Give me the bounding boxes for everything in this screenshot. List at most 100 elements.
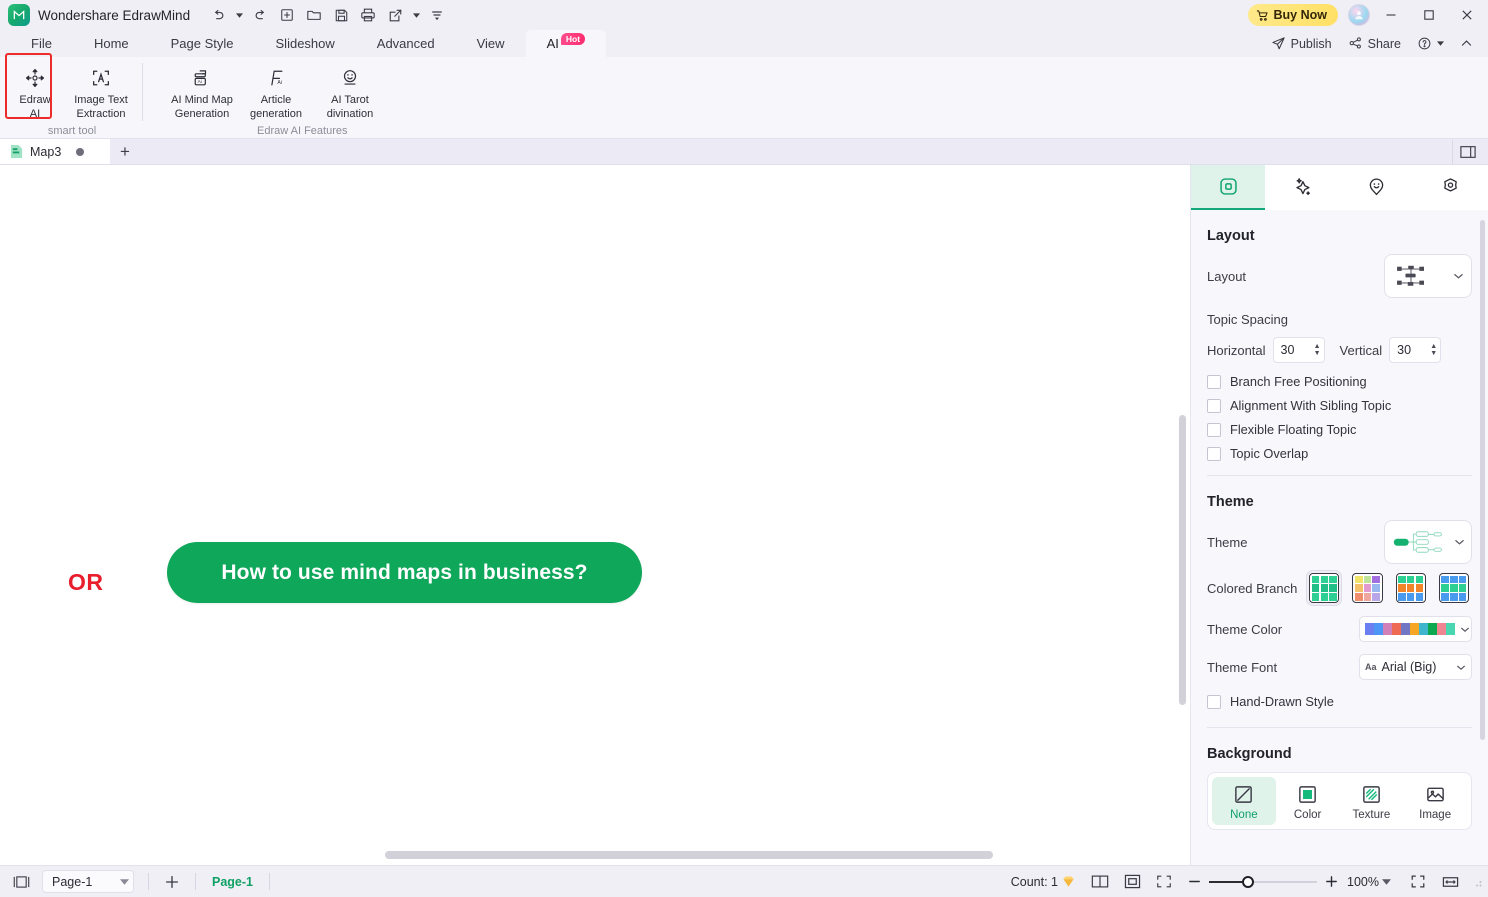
checkbox-branch-free-positioning[interactable]: Branch Free Positioning: [1207, 374, 1472, 389]
outline-view-button[interactable]: [1085, 870, 1115, 894]
background-option-color[interactable]: Color: [1276, 777, 1340, 825]
background-section-title: Background: [1207, 746, 1292, 763]
undo-dropdown-chevron-down-icon[interactable]: [233, 3, 245, 27]
checkbox-box[interactable]: [1207, 694, 1221, 709]
background-option-texture[interactable]: Texture: [1340, 777, 1404, 825]
open-button[interactable]: [302, 3, 326, 27]
mindmap-canvas[interactable]: OR How to use mind maps in business?: [0, 165, 1190, 865]
tab-layout[interactable]: [1191, 165, 1266, 210]
add-document-tab-button[interactable]: +: [110, 139, 140, 164]
canvas-hscroll-thumb[interactable]: [385, 851, 993, 859]
canvas-area[interactable]: OR How to use mind maps in business?: [0, 165, 1190, 865]
branch-swatch-orange-blue-wrap[interactable]: [1393, 570, 1429, 606]
redo-button[interactable]: [248, 3, 272, 27]
checkbox-box[interactable]: [1207, 398, 1221, 413]
vertical-spacing-stepper[interactable]: 30 ▲ ▼: [1389, 337, 1442, 363]
fit-width-button[interactable]: [1435, 870, 1465, 894]
toggle-right-panel-button[interactable]: [1452, 139, 1482, 164]
menu-item-home[interactable]: Home: [73, 30, 150, 57]
checkbox-hand-drawn-style[interactable]: Hand-Drawn Style: [1207, 694, 1472, 709]
menu-item-slideshow[interactable]: Slideshow: [255, 30, 356, 57]
publish-button[interactable]: Publish: [1264, 33, 1339, 54]
canvas-vertical-scrollbar[interactable]: [1179, 165, 1186, 847]
checkbox-topic-overlap[interactable]: Topic Overlap: [1207, 446, 1472, 461]
theme-font-dropdown[interactable]: Aa Arial (Big): [1359, 654, 1472, 681]
unsaved-modified-dot[interactable]: [76, 147, 85, 156]
tab-clipart[interactable]: [1340, 165, 1414, 210]
background-option-image[interactable]: Image: [1403, 777, 1467, 825]
layout-dropdown[interactable]: [1384, 254, 1472, 298]
zoom-in-button[interactable]: [1324, 874, 1339, 889]
fullscreen-canvas-button[interactable]: [1149, 870, 1179, 894]
menu-item-ai[interactable]: AI Hot: [525, 30, 607, 57]
resize-grip[interactable]: [1472, 877, 1482, 887]
stepper-down-icon[interactable]: ▼: [1314, 350, 1321, 357]
branch-swatch-pastel-wrap[interactable]: [1349, 570, 1385, 606]
article-generation-button[interactable]: Ai Article generation: [239, 61, 313, 123]
mindmap-root-topic[interactable]: How to use mind maps in business?: [167, 542, 642, 603]
window-maximize-button[interactable]: [1412, 1, 1446, 30]
zoom-slider-knob[interactable]: [1242, 875, 1255, 888]
document-tab-map3[interactable]: Map3: [0, 139, 110, 164]
qat-more-options-icon[interactable]: [425, 3, 449, 27]
menu-item-advanced[interactable]: Advanced: [356, 30, 456, 57]
stepper-up-icon[interactable]: ▲: [1430, 343, 1437, 350]
save-button[interactable]: [329, 3, 353, 27]
background-option-label: Texture: [1352, 809, 1391, 822]
active-page-chip[interactable]: Page-1: [204, 875, 261, 889]
fit-page-button[interactable]: [1117, 870, 1147, 894]
new-button[interactable]: [275, 3, 299, 27]
tab-settings[interactable]: [1414, 165, 1488, 210]
checkbox-box[interactable]: [1207, 422, 1221, 437]
toggle-left-panel-button[interactable]: [6, 870, 36, 894]
stepper-up-icon[interactable]: ▲: [1314, 343, 1321, 350]
theme-color-dropdown[interactable]: [1359, 616, 1472, 643]
window-close-button[interactable]: [1450, 1, 1484, 30]
add-page-button[interactable]: [157, 870, 187, 894]
tab-style[interactable]: [1265, 165, 1339, 210]
menu-item-page-style[interactable]: Page Style: [150, 30, 255, 57]
zoom-slider[interactable]: [1209, 875, 1318, 889]
user-avatar-icon[interactable]: [1348, 4, 1370, 26]
menu-item-view[interactable]: View: [456, 30, 526, 57]
horizontal-stepper-arrows[interactable]: ▲ ▼: [1314, 343, 1321, 357]
undo-button[interactable]: [206, 3, 230, 27]
ai-article-icon: Ai: [265, 65, 287, 91]
zoom-out-button[interactable]: [1187, 874, 1202, 889]
image-text-extraction-button[interactable]: Image Text Extraction: [64, 61, 138, 123]
branch-swatch-blue-green-wrap[interactable]: [1436, 570, 1472, 606]
stepper-down-icon[interactable]: ▼: [1430, 350, 1437, 357]
zoom-level-dropdown[interactable]: 100%: [1347, 875, 1391, 889]
checkbox-flexible-floating-topic[interactable]: Flexible Floating Topic: [1207, 422, 1472, 437]
horizontal-spacing-stepper[interactable]: 30 ▲ ▼: [1272, 337, 1325, 363]
export-dropdown-chevron-down-icon[interactable]: [410, 3, 422, 27]
checkbox-alignment-with-sibling-topic[interactable]: Alignment With Sibling Topic: [1207, 398, 1472, 413]
page-select-dropdown[interactable]: Page-1: [42, 870, 134, 893]
branch-swatch-green[interactable]: [1309, 573, 1340, 604]
focus-mode-button[interactable]: [1403, 870, 1433, 894]
buy-now-button[interactable]: Buy Now: [1247, 4, 1338, 26]
ai-tarot-divination-button[interactable]: AI Tarot divination: [313, 61, 387, 123]
checkbox-box[interactable]: [1207, 374, 1221, 389]
help-button[interactable]: [1410, 33, 1451, 54]
branch-swatch-green-wrap[interactable]: [1306, 570, 1343, 607]
ai-mind-map-generation-button[interactable]: Ai AI Mind Map Generation: [165, 61, 239, 123]
edraw-ai-button[interactable]: Edraw AI: [6, 61, 64, 123]
branch-swatch-blue-green[interactable]: [1438, 573, 1469, 604]
menu-item-file[interactable]: File: [10, 30, 73, 57]
vertical-stepper-arrows[interactable]: ▲ ▼: [1430, 343, 1437, 357]
collapse-ribbon-button[interactable]: [1453, 34, 1480, 53]
theme-dropdown[interactable]: [1384, 520, 1472, 564]
export-button[interactable]: [383, 3, 407, 27]
canvas-vscroll-thumb[interactable]: [1179, 415, 1186, 705]
branch-swatch-orange-blue[interactable]: [1395, 573, 1426, 604]
checkbox-label: Hand-Drawn Style: [1230, 694, 1334, 710]
right-panel-scrollbar-thumb[interactable]: [1480, 220, 1485, 740]
canvas-horizontal-scrollbar[interactable]: [0, 851, 1190, 859]
branch-swatch-pastel[interactable]: [1352, 573, 1383, 604]
background-option-none[interactable]: None: [1212, 777, 1276, 826]
window-minimize-button[interactable]: [1374, 1, 1408, 30]
print-button[interactable]: [356, 3, 380, 27]
share-button[interactable]: Share: [1341, 33, 1408, 54]
checkbox-box[interactable]: [1207, 446, 1221, 461]
